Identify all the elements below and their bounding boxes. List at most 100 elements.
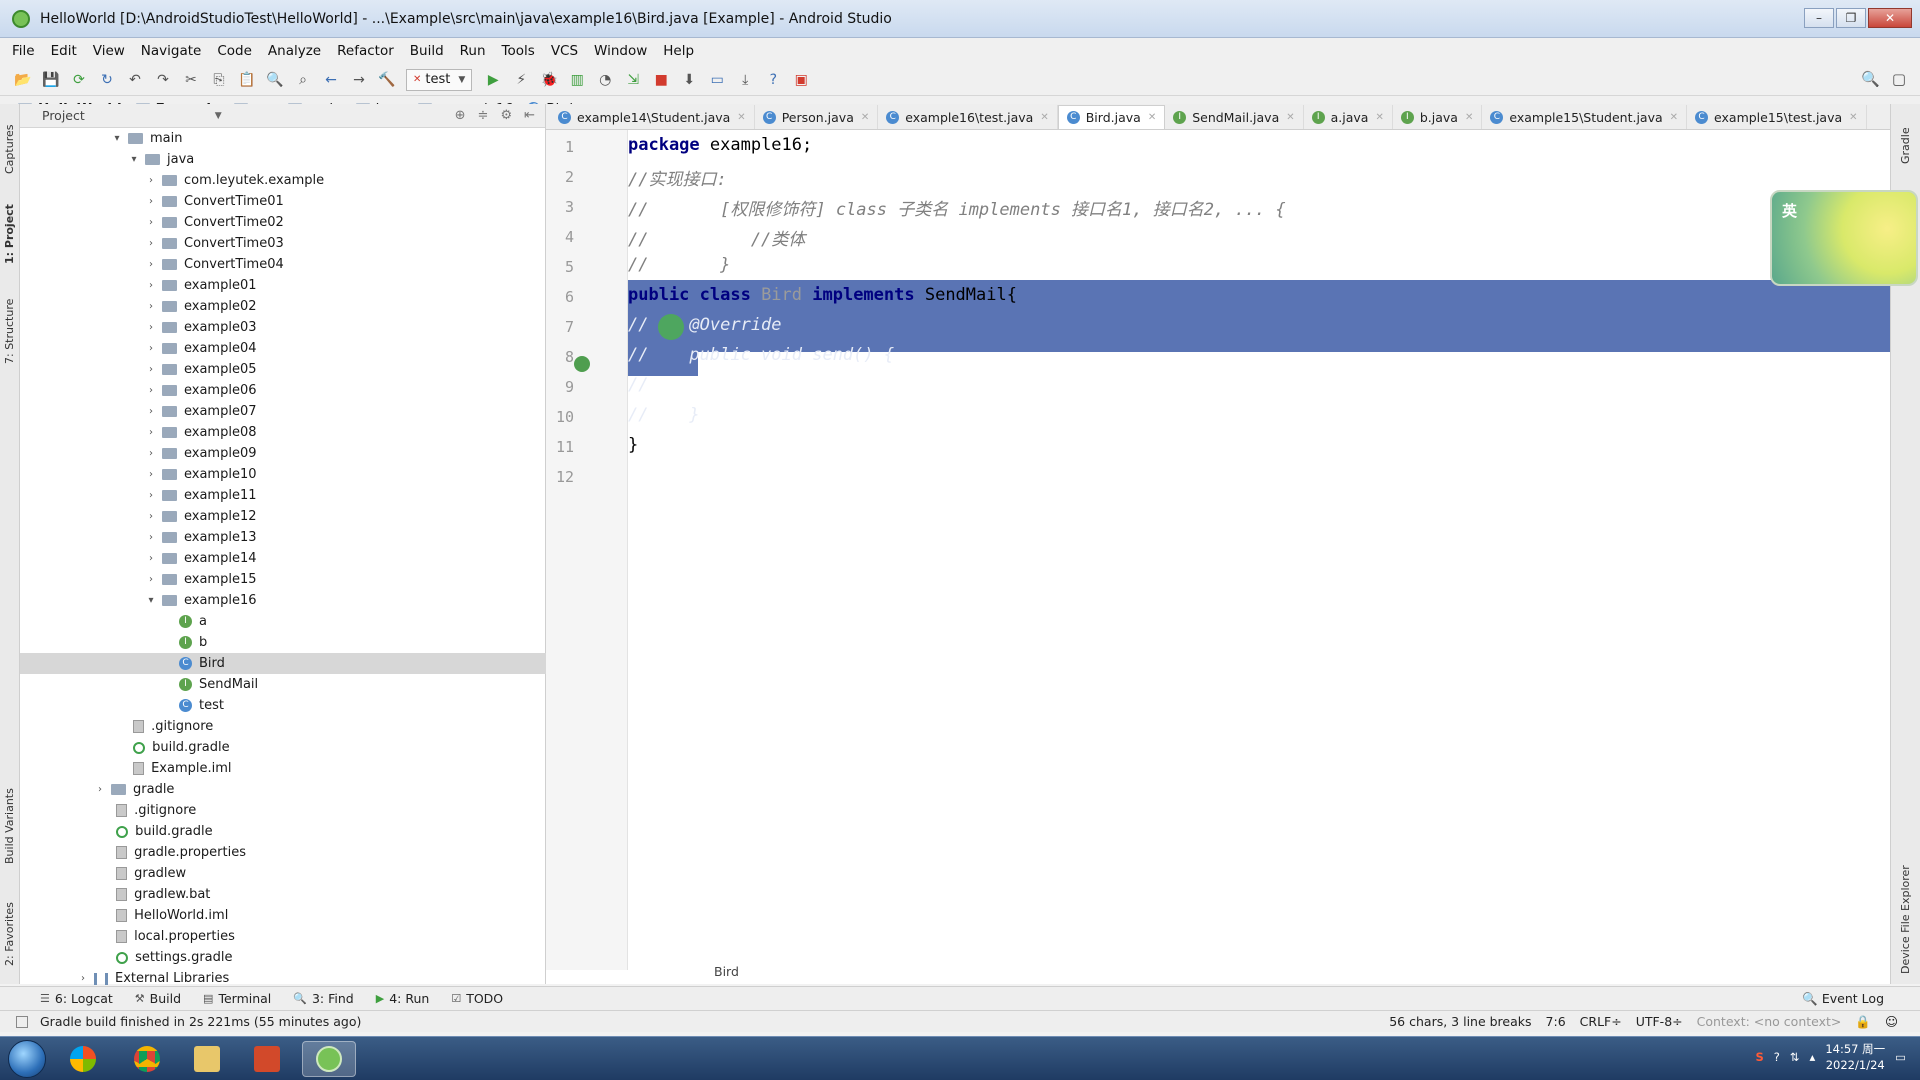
volume-icon[interactable]: ▴ <box>1810 1050 1816 1064</box>
tree-item-test[interactable]: Ctest <box>20 695 546 716</box>
close-tab-icon[interactable]: ✕ <box>1670 112 1678 123</box>
tree-item-gitignore[interactable]: .gitignore <box>20 716 546 737</box>
chevron-down-icon[interactable]: ▼ <box>215 111 222 121</box>
menu-analyze[interactable]: Analyze <box>268 43 321 59</box>
menu-help[interactable]: Help <box>663 43 694 59</box>
debug-icon[interactable]: 🐞 <box>540 71 558 89</box>
chevron-right-icon[interactable]: › <box>144 406 158 417</box>
tree-item-helloworld-iml[interactable]: HelloWorld.iml <box>20 905 546 926</box>
terminal-tab[interactable]: ▤ Terminal <box>203 991 271 1006</box>
refresh-icon[interactable]: ↻ <box>98 71 116 89</box>
logcat-tab[interactable]: ☰ 6: Logcat <box>40 991 113 1006</box>
menu-edit[interactable]: Edit <box>51 43 77 59</box>
menu-file[interactable]: File <box>12 43 35 59</box>
back-icon[interactable]: ← <box>322 71 340 89</box>
chevron-right-icon[interactable]: › <box>144 259 158 270</box>
tree-item-example-iml[interactable]: Example.iml <box>20 758 546 779</box>
run-tab[interactable]: ▶ 4: Run <box>376 991 430 1006</box>
tree-item-example15[interactable]: › example15 <box>20 569 546 590</box>
taskbar-android-studio[interactable] <box>302 1041 356 1077</box>
tree-item-example10[interactable]: › example10 <box>20 464 546 485</box>
tree-item-local-properties[interactable]: local.properties <box>20 926 546 947</box>
chevron-right-icon[interactable]: › <box>144 364 158 375</box>
minimize-button[interactable]: – <box>1804 8 1834 28</box>
tree-item-example02[interactable]: › example02 <box>20 296 546 317</box>
caret-position[interactable]: 7:6 <box>1546 1014 1566 1030</box>
tree-item-example13[interactable]: › example13 <box>20 527 546 548</box>
chevron-right-icon[interactable]: › <box>144 553 158 564</box>
menu-code[interactable]: Code <box>217 43 252 59</box>
make-project-icon[interactable]: 🔨 <box>378 71 396 89</box>
tree-item-build-gradle[interactable]: build.gradle <box>20 737 546 758</box>
tree-item-example04[interactable]: › example04 <box>20 338 546 359</box>
close-tab-icon[interactable]: ✕ <box>1148 112 1156 123</box>
taskbar-app-1[interactable] <box>56 1041 110 1077</box>
close-button[interactable]: ✕ <box>1868 8 1912 28</box>
tree-item-gradle-properties[interactable]: gradle.properties <box>20 842 546 863</box>
close-tab-icon[interactable]: ✕ <box>861 112 869 123</box>
cut-icon[interactable]: ✂ <box>182 71 200 89</box>
taskbar-powerpoint[interactable] <box>240 1041 294 1077</box>
maximize-button[interactable]: ❐ <box>1836 8 1866 28</box>
undo-icon[interactable]: ↶ <box>126 71 144 89</box>
tree-item-gradlew-bat[interactable]: gradlew.bat <box>20 884 546 905</box>
project-view-select[interactable]: Project <box>42 108 85 123</box>
tree-item-gradlew[interactable]: gradlew <box>20 863 546 884</box>
avd-manager-icon[interactable]: ▭ <box>708 71 726 89</box>
menu-view[interactable]: View <box>93 43 125 59</box>
start-button[interactable] <box>8 1040 46 1078</box>
layout-inspector-icon[interactable]: ▣ <box>792 71 810 89</box>
taskbar-chrome[interactable] <box>120 1041 174 1077</box>
tree-item-converttime01[interactable]: › ConvertTime01 <box>20 191 546 212</box>
tab-example14-student-java[interactable]: Cexample14\Student.java ✕ <box>550 105 755 129</box>
chevron-right-icon[interactable]: › <box>93 784 107 795</box>
chevron-right-icon[interactable]: › <box>144 196 158 207</box>
run-config-select[interactable]: ✕ test ▼ <box>406 68 473 91</box>
tab-b-java[interactable]: Ib.java ✕ <box>1393 105 1483 129</box>
tree-item-main[interactable]: ▾ main <box>20 128 546 149</box>
chevron-right-icon[interactable]: › <box>144 448 158 459</box>
close-tab-icon[interactable]: ✕ <box>737 112 745 123</box>
collapse-all-icon[interactable]: ≑ <box>478 108 489 123</box>
structure-tool-tab[interactable]: 7: Structure <box>3 299 16 364</box>
chevron-down-icon[interactable]: ▾ <box>144 595 158 606</box>
help-icon[interactable]: ? <box>764 71 782 89</box>
tree-item-example07[interactable]: › example07 <box>20 401 546 422</box>
favorites-tool-tab[interactable]: 2: Favorites <box>3 902 16 966</box>
tab-sendmail-java[interactable]: I SendMail.java ✕ <box>1165 105 1304 129</box>
hector-icon[interactable]: ☺ <box>1885 1014 1898 1030</box>
search-everywhere-icon[interactable]: 🔍 <box>1861 70 1880 88</box>
run-icon[interactable]: ▶ <box>484 71 502 89</box>
tree-item-build-gradle[interactable]: build.gradle <box>20 821 546 842</box>
chevron-right-icon[interactable]: › <box>144 469 158 480</box>
chevron-right-icon[interactable]: › <box>144 238 158 249</box>
tree-item-example09[interactable]: › example09 <box>20 443 546 464</box>
tree-item-example11[interactable]: › example11 <box>20 485 546 506</box>
save-all-icon[interactable]: 💾 <box>42 71 60 89</box>
tree-item-sendmail[interactable]: I SendMail <box>20 674 546 695</box>
tree-item-converttime04[interactable]: › ConvertTime04 <box>20 254 546 275</box>
redo-icon[interactable]: ↷ <box>154 71 172 89</box>
tree-item-converttime02[interactable]: › ConvertTime02 <box>20 212 546 233</box>
tab-a-java[interactable]: Ia.java ✕ <box>1304 105 1393 129</box>
tab-bird-java[interactable]: C Bird.java ✕ <box>1057 105 1166 129</box>
coverage-icon[interactable]: ▥ <box>568 71 586 89</box>
sdk-manager-icon[interactable]: ⬇ <box>680 71 698 89</box>
clock[interactable]: 14:57 周一 2022/1/24 <box>1825 1041 1885 1073</box>
android-monitor-icon[interactable]: ⤓ <box>736 71 754 89</box>
ime-floating-widget[interactable]: 英 <box>1770 190 1918 286</box>
chevron-right-icon[interactable]: › <box>144 322 158 333</box>
file-encoding[interactable]: UTF-8÷ <box>1636 1014 1683 1030</box>
device-file-explorer-tab[interactable]: Device File Explorer <box>1899 865 1912 974</box>
menu-vcs[interactable]: VCS <box>551 43 578 59</box>
chevron-right-icon[interactable]: › <box>144 532 158 543</box>
tab-example16-test-java[interactable]: Cexample16\test.java ✕ <box>878 105 1058 129</box>
tool-window-toggle-icon[interactable] <box>16 1015 28 1028</box>
tree-item-example12[interactable]: › example12 <box>20 506 546 527</box>
chevron-right-icon[interactable]: › <box>144 301 158 312</box>
open-folder-icon[interactable]: 📂 <box>14 71 32 89</box>
tree-item-example16[interactable]: ▾ example16 <box>20 590 546 611</box>
lock-icon[interactable]: 🔒 <box>1855 1014 1871 1030</box>
replace-icon[interactable]: ⌕ <box>294 71 312 89</box>
editor-footer-breadcrumb[interactable]: Bird <box>628 960 1890 984</box>
